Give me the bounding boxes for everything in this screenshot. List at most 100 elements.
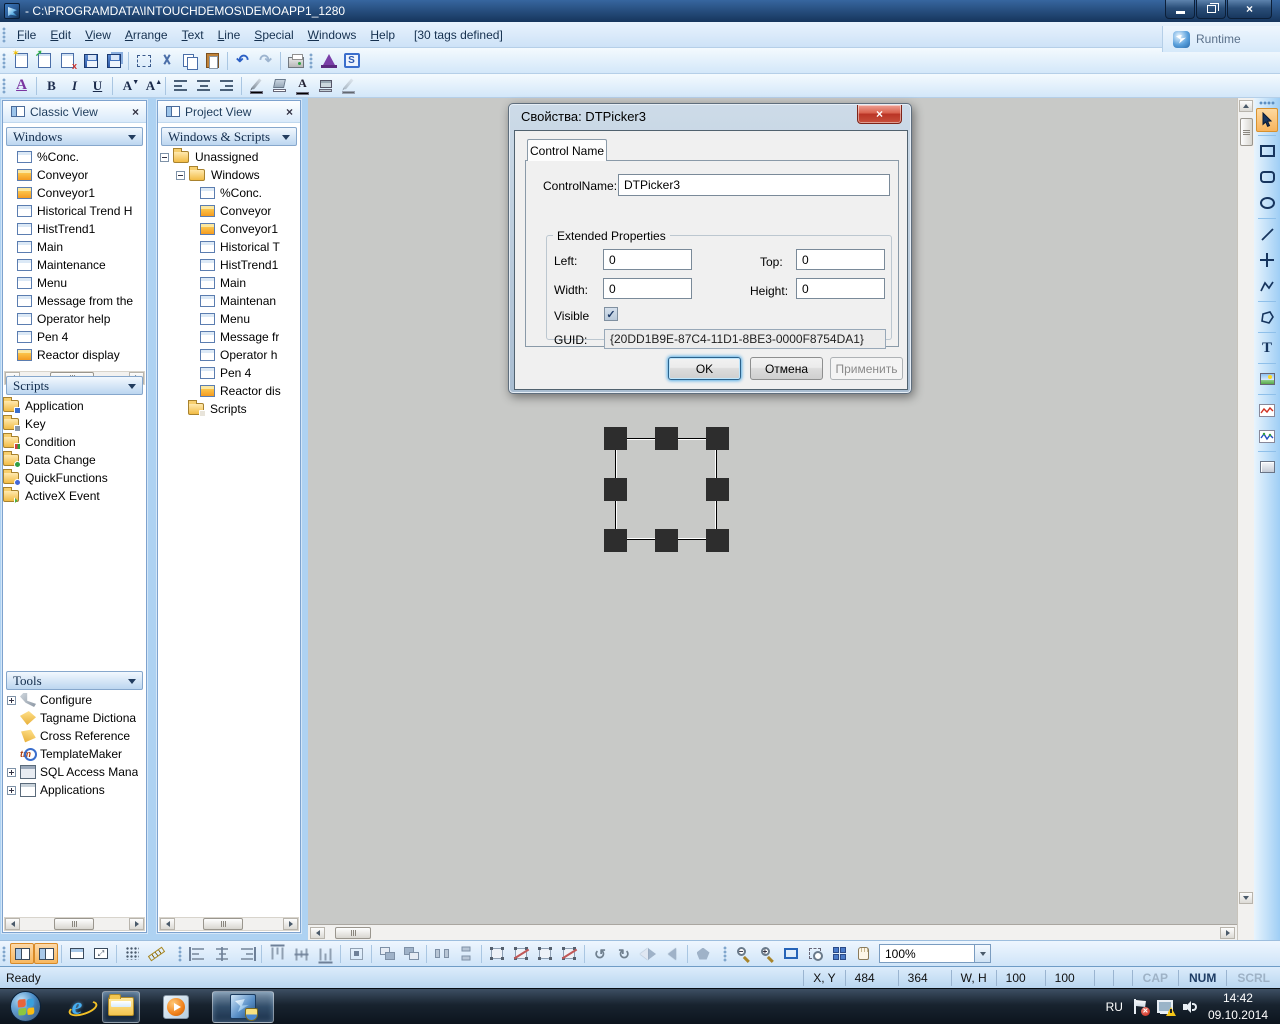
- toolbar-grip[interactable]: [2, 53, 7, 69]
- zoom-level-combo[interactable]: 100%: [879, 944, 991, 963]
- list-item[interactable]: Main: [3, 238, 146, 256]
- undo-button[interactable]: ↶: [231, 50, 254, 72]
- fit-to-window-button[interactable]: [779, 943, 803, 964]
- menu-special[interactable]: Special: [247, 25, 300, 45]
- bitmap-tool[interactable]: [1256, 367, 1278, 391]
- windows-section-dropdown[interactable]: Windows: [6, 127, 143, 146]
- selection-handle-se[interactable]: [706, 529, 729, 552]
- make-cell-button[interactable]: [533, 943, 557, 964]
- list-item[interactable]: Conveyor: [3, 166, 146, 184]
- center-in-window-button[interactable]: [344, 943, 368, 964]
- selection-handle-nw[interactable]: [604, 427, 627, 450]
- collapse-icon[interactable]: [176, 171, 185, 180]
- window-color-button[interactable]: [314, 75, 337, 97]
- selected-object-outline[interactable]: [615, 438, 717, 540]
- save-window-button[interactable]: [79, 50, 102, 72]
- tree-item-scripts[interactable]: Scripts: [158, 400, 300, 418]
- list-item[interactable]: tmTemplateMaker: [5, 745, 144, 763]
- tree-item[interactable]: HistTrend1: [158, 256, 300, 274]
- text-tool[interactable]: T: [1256, 336, 1278, 360]
- enlarge-font-button[interactable]: A▲: [139, 75, 162, 97]
- align-right-button[interactable]: [234, 943, 258, 964]
- reshape-object-button[interactable]: [691, 943, 715, 964]
- list-item[interactable]: Conveyor1: [3, 184, 146, 202]
- list-item[interactable]: QuickFunctions: [3, 469, 146, 487]
- scroll-left-icon[interactable]: [5, 918, 20, 930]
- tree-item[interactable]: Operator h: [158, 346, 300, 364]
- scroll-right-icon[interactable]: [283, 918, 298, 930]
- smart-symbol-button[interactable]: S: [340, 50, 363, 72]
- ellipse-tool[interactable]: [1256, 191, 1278, 215]
- list-item[interactable]: Pen 4: [3, 328, 146, 346]
- list-item[interactable]: Message from the: [3, 292, 146, 310]
- scroll-down-icon[interactable]: [1239, 892, 1253, 904]
- selection-handle-n[interactable]: [655, 427, 678, 450]
- toolbar-grip[interactable]: [1259, 101, 1275, 106]
- network-icon[interactable]: [1157, 1000, 1173, 1014]
- zoom-area-button[interactable]: [803, 943, 827, 964]
- space-horizontal-button[interactable]: [430, 943, 454, 964]
- select-mode-button[interactable]: [132, 50, 155, 72]
- real-time-trend-tool[interactable]: [1256, 398, 1278, 422]
- menu-file[interactable]: File: [10, 25, 43, 45]
- list-item[interactable]: Reactor display: [3, 346, 146, 364]
- control-name-input[interactable]: [618, 174, 890, 196]
- delete-window-button[interactable]: x: [56, 50, 79, 72]
- menu-line[interactable]: Line: [211, 25, 248, 45]
- taskbar-intouch-windowmaker[interactable]: [212, 991, 274, 1023]
- full-screen-button[interactable]: ⤢: [89, 943, 113, 964]
- list-item[interactable]: Data Change: [3, 451, 146, 469]
- list-item[interactable]: Menu: [3, 274, 146, 292]
- runtime-switch[interactable]: Runtime: [1162, 26, 1280, 52]
- left-input[interactable]: [603, 249, 692, 270]
- list-item[interactable]: %Conc.: [3, 148, 146, 166]
- cancel-button[interactable]: Отмена: [750, 357, 823, 380]
- toggle-classic-view-button[interactable]: [10, 943, 34, 964]
- list-item[interactable]: Application: [3, 397, 146, 415]
- apply-button[interactable]: Применить: [830, 357, 903, 380]
- snap-to-grid-button[interactable]: [120, 943, 144, 964]
- print-button[interactable]: [284, 50, 307, 72]
- dropdown-button[interactable]: [974, 945, 990, 962]
- flip-horizontal-button[interactable]: [636, 943, 660, 964]
- rotate-counterclockwise-button[interactable]: ↺: [588, 943, 612, 964]
- toggle-project-view-button[interactable]: [34, 943, 58, 964]
- pan-button[interactable]: [851, 943, 875, 964]
- close-panel-icon[interactable]: ×: [283, 105, 296, 119]
- paste-button[interactable]: [201, 50, 224, 72]
- menu-text[interactable]: Text: [175, 25, 211, 45]
- redo-button[interactable]: ↷: [254, 50, 277, 72]
- list-item[interactable]: Maintenance: [3, 256, 146, 274]
- visible-checkbox[interactable]: ✓: [604, 307, 618, 321]
- underline-button[interactable]: U: [86, 75, 109, 97]
- line-tool[interactable]: [1256, 222, 1278, 246]
- project-filter-dropdown[interactable]: Windows & Scripts: [161, 127, 297, 146]
- bring-to-front-button[interactable]: [399, 943, 423, 964]
- volume-icon[interactable]: [1183, 1000, 1198, 1014]
- taskbar-media-player[interactable]: [157, 991, 195, 1023]
- tree-item[interactable]: %Conc.: [158, 184, 300, 202]
- tree-item[interactable]: Conveyor1: [158, 220, 300, 238]
- scroll-thumb[interactable]: [203, 918, 243, 930]
- wizard-dialog-button[interactable]: [317, 50, 340, 72]
- save-all-button[interactable]: [102, 50, 125, 72]
- tree-item[interactable]: Conveyor: [158, 202, 300, 220]
- align-top-button[interactable]: [265, 943, 289, 964]
- tree-item[interactable]: Historical T: [158, 238, 300, 256]
- taskbar-internet-explorer[interactable]: e: [58, 991, 96, 1023]
- close-panel-icon[interactable]: ×: [129, 105, 142, 119]
- text-color-button[interactable]: A: [291, 75, 314, 97]
- align-left-button[interactable]: [186, 943, 210, 964]
- tree-item[interactable]: Maintenan: [158, 292, 300, 310]
- list-item[interactable]: Operator help: [3, 310, 146, 328]
- tree-item[interactable]: Reactor dis: [158, 382, 300, 400]
- menu-arrange[interactable]: Arrange: [118, 25, 175, 45]
- expander-icon[interactable]: [7, 786, 16, 795]
- minimize-button[interactable]: [1165, 0, 1195, 19]
- scroll-right-icon[interactable]: [129, 918, 144, 930]
- cut-button[interactable]: [155, 50, 178, 72]
- ruler-button[interactable]: [144, 943, 168, 964]
- action-center-icon[interactable]: ✕: [1133, 999, 1147, 1014]
- polygon-tool[interactable]: [1256, 305, 1278, 329]
- list-item[interactable]: Condition: [3, 433, 146, 451]
